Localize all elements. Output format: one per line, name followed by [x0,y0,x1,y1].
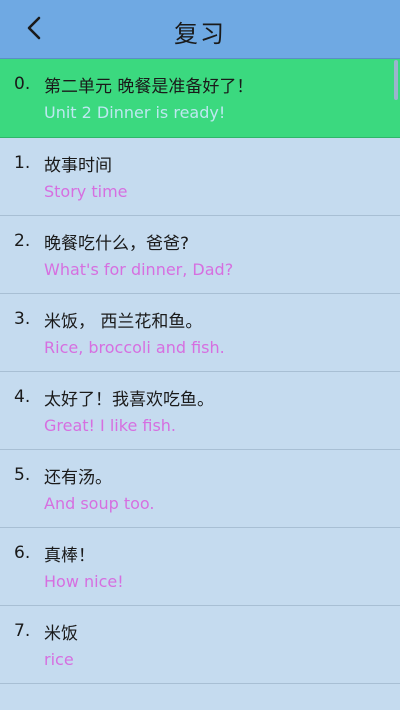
item-chinese-text: 还有汤。 [44,468,112,488]
scrollbar[interactable] [394,60,398,100]
item-chinese-text: 真棒！ [44,546,95,566]
item-chinese-text: 米饭， 西兰花和鱼。 [44,312,203,332]
item-number: 1. [14,153,31,173]
item-english-text: rice [44,650,74,669]
list-item[interactable]: 7. 米饭 rice [0,606,400,684]
item-english-text: What's for dinner, Dad? [44,260,234,279]
item-english-text: Unit 2 Dinner is ready! [44,103,226,122]
item-english-text: Rice, broccoli and fish. [44,338,225,357]
item-number: 3. [14,309,31,329]
item-number: 4. [14,387,31,407]
list-item[interactable]: 5. 还有汤。 And soup too. [0,450,400,528]
item-chinese-text: 第二单元 晚餐是准备好了！ [44,77,254,97]
item-english-text: And soup too. [44,494,155,513]
lesson-list: 0. 第二单元 晚餐是准备好了！ Unit 2 Dinner is ready!… [0,59,400,684]
item-number: 0. [14,74,31,94]
item-chinese-text: 晚餐吃什么，爸爸? [44,234,190,254]
item-english-text: Great! I like fish. [44,416,177,435]
page-title: 复习 [174,20,226,48]
list-item[interactable]: 3. 米饭， 西兰花和鱼。 Rice, broccoli and fish. [0,294,400,372]
item-chinese-text: 太好了！我喜欢吃鱼。 [44,390,214,410]
item-number: 5. [14,465,31,485]
top-app-bar: 复习 [0,0,400,59]
list-item[interactable]: 4. 太好了！我喜欢吃鱼。 Great! I like fish. [0,372,400,450]
item-number: 7. [14,621,31,641]
list-item[interactable]: 0. 第二单元 晚餐是准备好了！ Unit 2 Dinner is ready! [0,59,400,138]
list-item[interactable]: 2. 晚餐吃什么，爸爸? What's for dinner, Dad? [0,216,400,294]
item-number: 6. [14,543,31,563]
item-english-text: Story time [44,182,128,201]
item-chinese-text: 故事时间 [44,156,112,176]
list-item[interactable]: 1. 故事时间 Story time [0,138,400,216]
list-item[interactable]: 6. 真棒！ How nice! [0,528,400,606]
item-english-text: How nice! [44,572,124,591]
item-chinese-text: 米饭 [44,624,78,644]
item-number: 2. [14,231,31,251]
